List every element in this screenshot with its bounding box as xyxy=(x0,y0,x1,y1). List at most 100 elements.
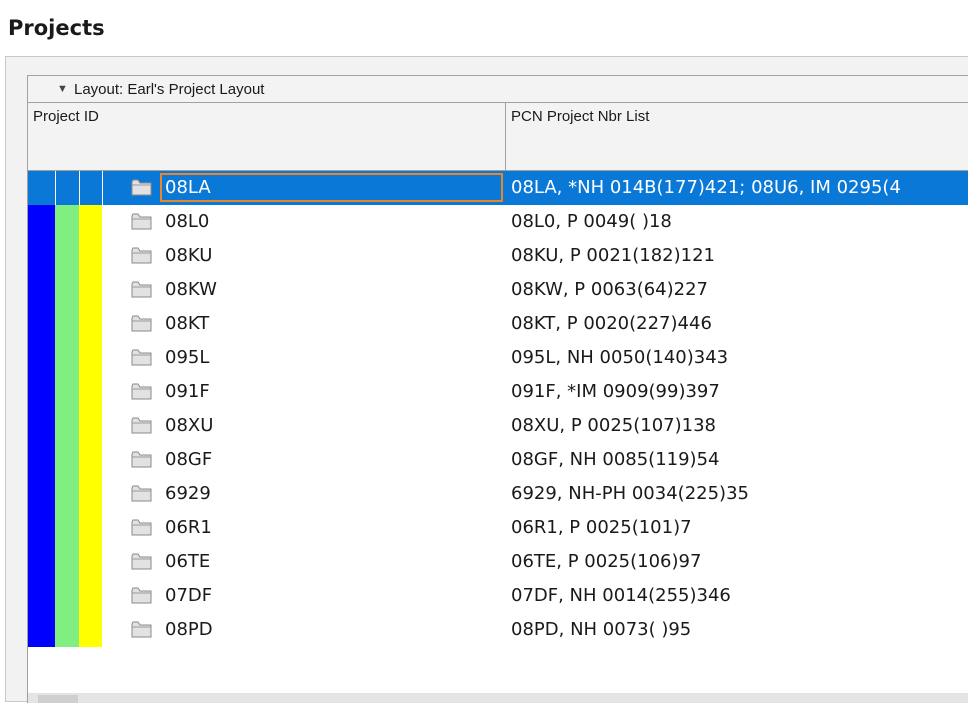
pcn-cell[interactable]: 08PD, NH 0073( )95 xyxy=(511,613,691,647)
column-header-pcn[interactable]: PCN Project Nbr List xyxy=(506,103,968,171)
layout-label[interactable]: Layout: Earl's Project Layout xyxy=(74,76,264,103)
status-stripe-3 xyxy=(79,443,102,477)
status-stripe-1 xyxy=(28,171,55,205)
project-id-cell[interactable]: 6929 xyxy=(165,477,211,511)
table-row[interactable]: 06R1 06R1, P 0025(101)7 xyxy=(28,511,968,545)
status-stripe-3 xyxy=(79,375,102,409)
project-id-cell[interactable]: 08XU xyxy=(165,409,213,443)
pcn-cell[interactable]: 091F, *IM 0909(99)397 xyxy=(511,375,720,409)
status-stripe-1 xyxy=(28,375,55,409)
table-row[interactable]: 08L0 08L0, P 0049( )18 xyxy=(28,205,968,239)
project-id-cell[interactable]: 08KU xyxy=(165,239,212,273)
status-stripe-2 xyxy=(55,613,79,647)
status-stripe-3 xyxy=(79,307,102,341)
pcn-cell[interactable]: 08GF, NH 0085(119)54 xyxy=(511,443,720,477)
folder-icon xyxy=(131,553,152,570)
project-id-cell[interactable]: 06TE xyxy=(165,545,210,579)
pcn-cell[interactable]: 6929, NH-PH 0034(225)35 xyxy=(511,477,749,511)
status-stripe-1 xyxy=(28,341,55,375)
project-id-cell[interactable]: 095L xyxy=(165,341,209,375)
status-stripe-2 xyxy=(55,477,79,511)
table-row[interactable]: 6929 6929, NH-PH 0034(225)35 xyxy=(28,477,968,511)
pcn-cell[interactable]: 06R1, P 0025(101)7 xyxy=(511,511,692,545)
status-stripe-2 xyxy=(55,341,79,375)
pcn-cell[interactable]: 07DF, NH 0014(255)346 xyxy=(511,579,731,613)
status-stripe-3 xyxy=(79,409,102,443)
chevron-down-icon[interactable]: ▼ xyxy=(57,76,68,103)
table-body: 08LA 08LA, *NH 014B(177)421; 08U6, IM 029… xyxy=(28,171,968,647)
status-stripe-2 xyxy=(55,443,79,477)
column-header-project-id[interactable]: Project ID xyxy=(28,103,506,171)
status-stripe-2 xyxy=(55,239,79,273)
folder-icon xyxy=(131,451,152,468)
table-row[interactable]: 08XU 08XU, P 0025(107)138 xyxy=(28,409,968,443)
status-stripe-1 xyxy=(28,205,55,239)
table-row[interactable]: 08GF 08GF, NH 0085(119)54 xyxy=(28,443,968,477)
project-id-cell[interactable]: 06R1 xyxy=(165,511,212,545)
column-header-label: PCN Project Nbr List xyxy=(511,108,650,125)
status-stripe-1 xyxy=(28,409,55,443)
folder-icon xyxy=(131,621,152,638)
table-row[interactable]: 08LA 08LA, *NH 014B(177)421; 08U6, IM 029… xyxy=(28,171,968,205)
folder-icon xyxy=(131,315,152,332)
pcn-cell[interactable]: 08KT, P 0020(227)446 xyxy=(511,307,712,341)
projects-grid[interactable]: ▼ Layout: Earl's Project Layout Project … xyxy=(27,75,968,703)
status-stripe-2 xyxy=(55,307,79,341)
project-id-cell[interactable]: 08GF xyxy=(165,443,212,477)
status-stripe-1 xyxy=(28,239,55,273)
table-row[interactable]: 08KW 08KW, P 0063(64)227 xyxy=(28,273,968,307)
folder-icon xyxy=(131,519,152,536)
status-stripe-1 xyxy=(28,511,55,545)
folder-icon xyxy=(131,417,152,434)
pcn-cell[interactable]: 08L0, P 0049( )18 xyxy=(511,205,672,239)
pcn-cell[interactable]: 08LA, *NH 014B(177)421; 08U6, IM 0295(4 xyxy=(511,171,901,205)
folder-icon xyxy=(131,247,152,264)
status-stripe-1 xyxy=(28,273,55,307)
table-row[interactable]: 08PD 08PD, NH 0073( )95 xyxy=(28,613,968,647)
status-stripe-3 xyxy=(79,205,102,239)
pcn-cell[interactable]: 095L, NH 0050(140)343 xyxy=(511,341,728,375)
table-row[interactable]: 07DF 07DF, NH 0014(255)346 xyxy=(28,579,968,613)
status-stripe-3 xyxy=(79,545,102,579)
status-stripe-2 xyxy=(55,579,79,613)
stripe-separator xyxy=(55,171,56,205)
page-title: Projects xyxy=(8,16,105,40)
status-stripe-3 xyxy=(79,239,102,273)
folder-icon xyxy=(131,485,152,502)
project-id-cell[interactable]: 091F xyxy=(165,375,210,409)
stripe-separator xyxy=(102,171,103,205)
project-id-cell[interactable]: 08KT xyxy=(165,307,209,341)
table-row[interactable]: 08KU 08KU, P 0021(182)121 xyxy=(28,239,968,273)
cell-focus-border xyxy=(160,173,503,202)
project-id-cell[interactable]: 08LA xyxy=(165,171,211,205)
column-header-label: Project ID xyxy=(33,108,99,125)
status-stripe-2 xyxy=(55,511,79,545)
folder-icon xyxy=(131,383,152,400)
status-stripe-3 xyxy=(79,477,102,511)
table-row[interactable]: 095L 095L, NH 0050(140)343 xyxy=(28,341,968,375)
status-stripe-3 xyxy=(79,613,102,647)
pcn-cell[interactable]: 08XU, P 0025(107)138 xyxy=(511,409,716,443)
status-stripe-3 xyxy=(79,341,102,375)
status-stripe-2 xyxy=(55,409,79,443)
project-id-cell[interactable]: 07DF xyxy=(165,579,212,613)
table-row[interactable]: 06TE 06TE, P 0025(106)97 xyxy=(28,545,968,579)
pcn-cell[interactable]: 08KU, P 0021(182)121 xyxy=(511,239,715,273)
layout-bar[interactable]: ▼ Layout: Earl's Project Layout xyxy=(28,76,968,103)
pcn-cell[interactable]: 08KW, P 0063(64)227 xyxy=(511,273,708,307)
folder-icon xyxy=(131,179,152,196)
project-id-cell[interactable]: 08KW xyxy=(165,273,217,307)
stripe-separator xyxy=(79,171,80,205)
table-row[interactable]: 091F 091F, *IM 0909(99)397 xyxy=(28,375,968,409)
status-stripe-1 xyxy=(28,477,55,511)
project-id-cell[interactable]: 08L0 xyxy=(165,205,209,239)
folder-icon xyxy=(131,281,152,298)
status-stripe-1 xyxy=(28,443,55,477)
table-row[interactable]: 08KT 08KT, P 0020(227)446 xyxy=(28,307,968,341)
status-stripe-1 xyxy=(28,579,55,613)
project-id-cell[interactable]: 08PD xyxy=(165,613,213,647)
folder-icon xyxy=(131,587,152,604)
folder-icon xyxy=(131,213,152,230)
status-stripe-2 xyxy=(55,205,79,239)
pcn-cell[interactable]: 06TE, P 0025(106)97 xyxy=(511,545,701,579)
